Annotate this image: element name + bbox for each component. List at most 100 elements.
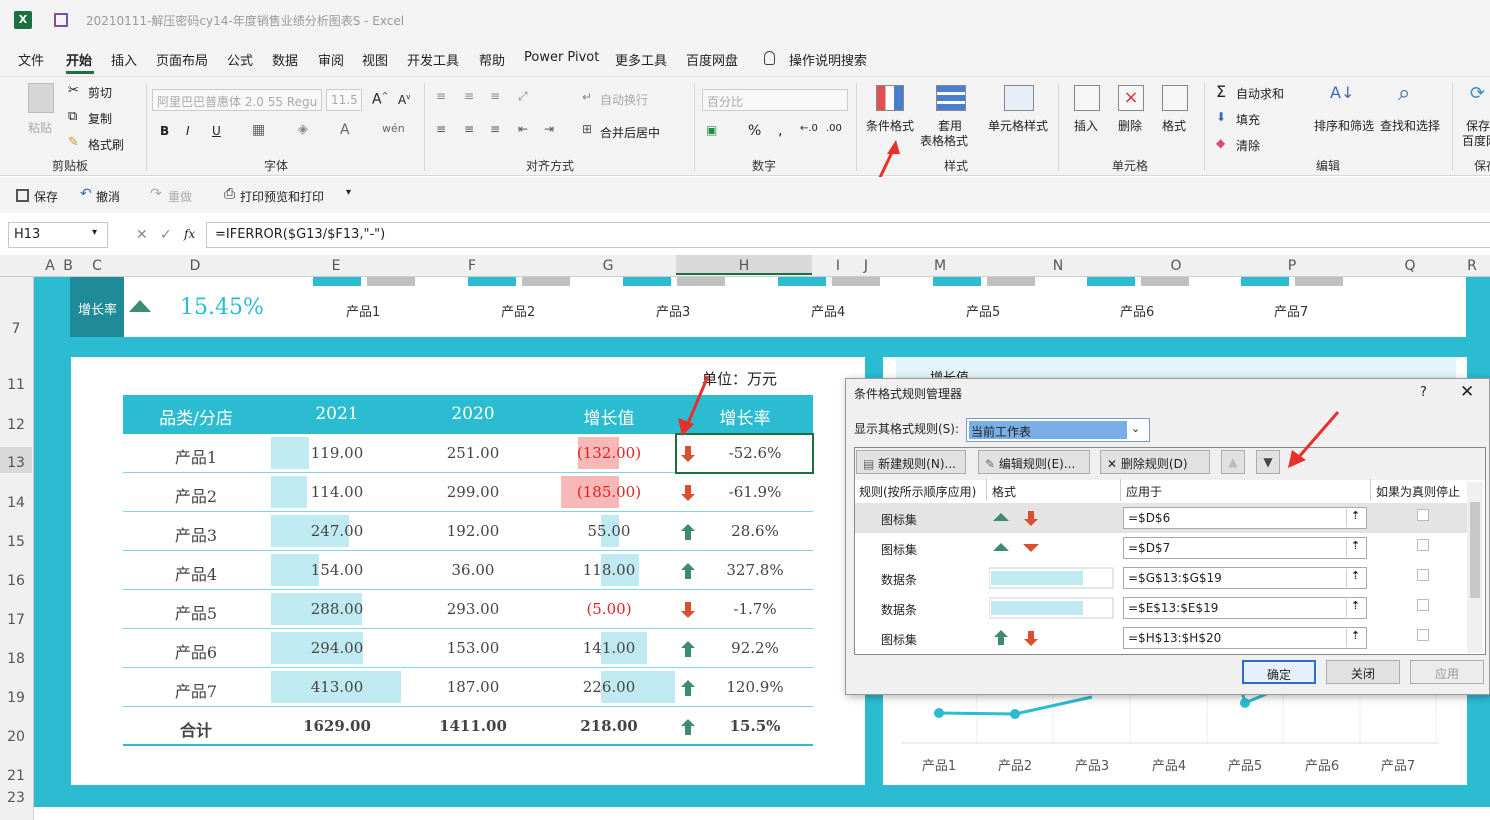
col-header-selected[interactable]: H [676,255,812,275]
indent-decrease-icon[interactable]: ⇤ [518,122,528,136]
menu-power-pivot[interactable]: Power Pivot [524,50,599,65]
col-header[interactable]: P [1254,258,1330,274]
table-cell-rate[interactable]: 120.9% [697,678,813,696]
align-left-icon[interactable]: ≡ [436,122,446,136]
grow-font-icon[interactable]: A^ [372,91,388,108]
row-header[interactable]: 15 [0,534,32,550]
table-cell-diff[interactable]: 141.00 [541,639,677,657]
italic-button[interactable]: I [186,124,190,138]
table-cell-name[interactable]: 产品1 [123,444,269,468]
undo-button[interactable]: 撤消 [96,188,120,205]
name-box-chevron-down-icon[interactable]: ▾ [92,227,97,238]
enter-icon[interactable]: ✓ [160,227,172,243]
selected-cell-h13[interactable] [675,433,814,474]
menu-more-tools[interactable]: 更多工具 [615,50,667,69]
autosum-button[interactable]: 自动求和 [1236,85,1284,102]
table-cell-diff[interactable]: 218.00 [541,717,677,735]
table-cell-y2020[interactable]: 251.00 [405,444,541,462]
col-header[interactable]: M [905,258,975,274]
col-header[interactable]: J [860,258,872,274]
decrease-decimal-icon[interactable]: .00 [826,123,842,134]
percent-button[interactable]: % [748,123,761,139]
table-cell-y2021[interactable]: 1629.00 [269,717,405,735]
col-header[interactable]: A [42,258,58,274]
ok-button[interactable]: 确定 [1242,660,1316,684]
cell-styles-button[interactable]: 单元格样式 [988,117,1048,134]
new-rule-button[interactable]: ▤ 新建规则(N)... [856,450,966,474]
font-name-combo[interactable]: 阿里巴巴普惠体 2.0 55 Regu [152,89,322,111]
wrap-text-button[interactable]: 自动换行 [600,91,648,108]
range-select-icon[interactable]: ⇡ [1346,509,1364,527]
insert-cells-button[interactable]: 插入 [1074,117,1098,134]
table-cell-y2021[interactable]: 114.00 [269,483,405,501]
format-painter-button[interactable]: 格式刷 [88,136,124,153]
table-cell-y2020[interactable]: 299.00 [405,483,541,501]
tell-me-search[interactable]: 操作说明搜索 [789,50,867,69]
range-select-icon[interactable]: ⇡ [1346,629,1364,647]
table-cell-rate[interactable]: 327.8% [697,561,813,579]
print-preview-button[interactable]: 打印预览和打印 [240,188,324,205]
table-cell-diff[interactable]: 55.00 [541,522,677,540]
table-cell-name[interactable]: 合计 [123,717,269,741]
table-cell-rate[interactable]: -61.9% [697,483,813,501]
row-header[interactable]: 17 [0,612,32,628]
table-cell-rate[interactable]: 15.5% [697,717,813,735]
table-cell-diff[interactable]: (132.00) [541,444,677,462]
rule-row[interactable]: 数据条 =$G$13:$G$19 ⇡ [855,563,1467,593]
table-cell-y2021[interactable]: 247.00 [269,522,405,540]
chevron-down-icon[interactable]: ⌄ [1131,422,1140,435]
table-cell-y2020[interactable]: 192.00 [405,522,541,540]
menu-review[interactable]: 审阅 [318,50,344,69]
col-header[interactable]: E [268,258,404,274]
find-select-button[interactable]: 查找和选择 [1380,117,1440,134]
rule-applies-to-input[interactable]: =$D$7 ⇡ [1123,537,1367,559]
col-header[interactable]: F [404,258,540,274]
table-cell-y2020[interactable]: 293.00 [405,600,541,618]
range-select-icon[interactable]: ⇡ [1346,599,1364,617]
phonetic-icon[interactable]: wén [382,122,405,135]
apply-button[interactable]: 应用 [1410,660,1484,684]
row-header[interactable]: 23 [0,790,32,806]
col-header[interactable]: D [122,258,268,274]
col-header[interactable]: C [80,258,114,274]
comma-button[interactable]: , [778,123,782,139]
align-bottom-icon[interactable]: ≡ [490,89,500,103]
col-header[interactable]: G [540,258,676,274]
menu-file[interactable]: 文件 [18,50,44,69]
rules-scrollbar[interactable] [1467,482,1483,653]
sort-filter-button[interactable]: 排序和筛选 [1314,117,1374,134]
stop-if-true-checkbox[interactable] [1417,509,1429,521]
scrollbar-thumb[interactable] [1470,502,1480,598]
table-cell-name[interactable]: 产品3 [123,522,269,546]
help-button[interactable]: ? [1420,385,1427,400]
rule-applies-to-input[interactable]: =$G$13:$G$19 ⇡ [1123,567,1367,589]
range-select-icon[interactable]: ⇡ [1346,569,1364,587]
rule-row[interactable]: 图标集 =$D$6 ⇡ [855,503,1467,533]
fill-button[interactable]: 填充 [1236,111,1260,128]
table-cell-name[interactable]: 产品4 [123,561,269,585]
paste-button[interactable]: 粘贴 [28,119,52,136]
redo-button[interactable]: 重做 [168,188,192,205]
align-center-icon[interactable]: ≡ [464,122,474,136]
row-header[interactable]: 20 [0,729,32,745]
stop-if-true-checkbox[interactable] [1417,599,1429,611]
stop-if-true-checkbox[interactable] [1417,569,1429,581]
font-color-icon[interactable]: A [340,122,350,138]
table-cell-name[interactable]: 产品5 [123,600,269,624]
table-cell-name[interactable]: 产品6 [123,639,269,663]
underline-button[interactable]: U [212,124,221,138]
paste-icon[interactable] [28,83,54,113]
table-cell-diff[interactable]: 118.00 [541,561,677,579]
col-header[interactable]: N [1020,258,1096,274]
rule-row[interactable]: 图标集 =$H$13:$H$20 ⇡ [855,623,1467,653]
qat-customize-icon[interactable]: ▾ [346,187,351,198]
table-cell-y2021[interactable]: 154.00 [269,561,405,579]
row-header[interactable]: 19 [0,690,32,706]
table-cell-y2021[interactable]: 119.00 [269,444,405,462]
delete-cells-button[interactable]: 删除 [1118,117,1142,134]
col-header[interactable]: I [832,258,844,274]
menu-baidu[interactable]: 百度网盘 [686,50,738,69]
col-header[interactable]: Q [1372,258,1448,274]
table-cell-y2021[interactable]: 288.00 [269,600,405,618]
table-cell-diff[interactable]: (5.00) [541,600,677,618]
